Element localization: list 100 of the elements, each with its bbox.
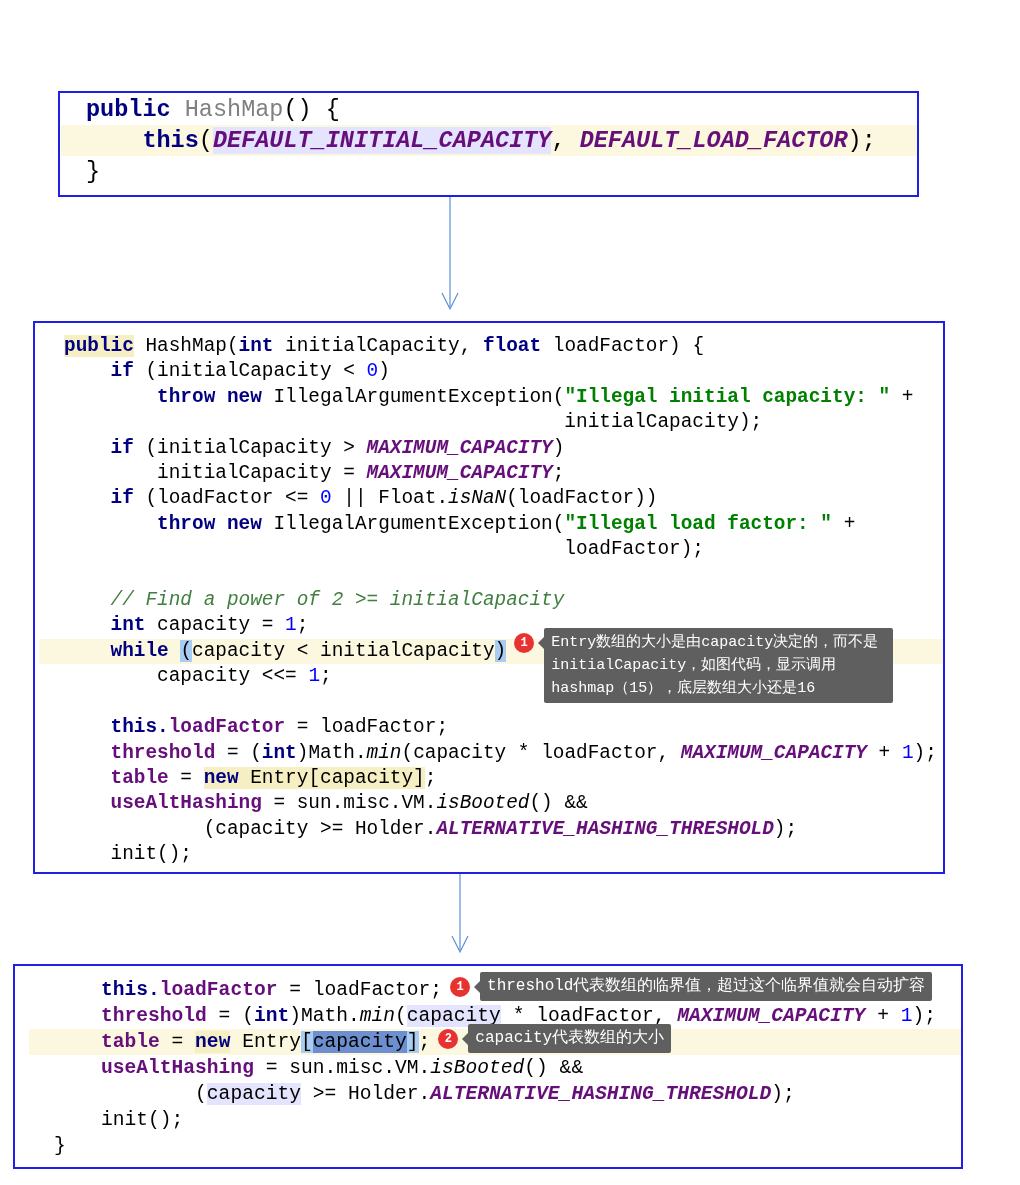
code-token: threshold <box>109 741 216 764</box>
code-token: isNaN <box>448 487 507 510</box>
code-token: HashMap <box>183 96 284 123</box>
code-token: () { <box>283 96 340 123</box>
code-token: initialCapacity = <box>156 462 356 485</box>
code-token: ); <box>771 1082 795 1105</box>
code-token: () && <box>524 1056 584 1079</box>
code-token: new <box>195 1030 231 1053</box>
code-token: ; <box>424 766 437 789</box>
code-token: 1 <box>901 741 914 764</box>
code-token: ); <box>773 817 798 840</box>
code-token: = loadFactor; <box>295 716 449 739</box>
code-token: } <box>54 1134 66 1157</box>
code-token: + <box>877 741 892 764</box>
code-token: if <box>109 436 134 459</box>
code-token: ; <box>418 1030 431 1053</box>
note-number-badge: 1 <box>514 632 535 653</box>
code-token: capacity = <box>156 614 275 637</box>
code-token: isBooted <box>430 1056 525 1079</box>
code-token: initialCapacity, <box>284 335 473 357</box>
code-token: public <box>86 96 171 123</box>
code-token: loadFactor <box>168 716 286 739</box>
code-token: capacity <box>206 1082 301 1105</box>
code-token: MAXIMUM_CAPACITY <box>366 436 553 459</box>
code-token: table <box>109 766 169 789</box>
code-token: (capacity * loadFactor, <box>401 741 671 764</box>
code-token: MAXIMUM_CAPACITY <box>677 1004 866 1027</box>
code-token: if <box>109 487 134 510</box>
code-token: )Math. <box>289 1004 360 1027</box>
code-token: + <box>876 1004 890 1027</box>
code-token: IllegalArgumentException( <box>272 385 565 408</box>
code-token: () && <box>529 792 588 815</box>
code-token: ( <box>180 639 192 662</box>
code-token: useAltHashing <box>100 1056 254 1079</box>
code-token: (loadFactor <= <box>144 487 310 510</box>
code-token: this <box>141 127 199 154</box>
code-token: 1 <box>285 614 297 637</box>
code-token: IllegalArgumentException( <box>272 512 565 535</box>
note-tooltip: capacity代表数组的大小 <box>468 1023 672 1053</box>
code-token: = <box>170 1030 185 1053</box>
code-token: min <box>366 741 402 764</box>
code-token: ); <box>912 1004 936 1027</box>
code-token: 1 <box>308 665 320 688</box>
code-token: while <box>109 639 170 662</box>
code-token: } <box>86 158 101 185</box>
code-token: init(); <box>100 1108 184 1131</box>
code-token: threshold <box>100 1004 207 1027</box>
code-token: ( <box>194 1082 207 1105</box>
code-token: capacity < initialCapacity <box>192 639 495 662</box>
code-token: 1 <box>900 1004 913 1027</box>
code-token: DEFAULT_INITIAL_CAPACITY <box>212 127 552 154</box>
code-token: capacity <<= <box>156 665 298 688</box>
code-token: MAXIMUM_CAPACITY <box>680 741 867 764</box>
code-token: int <box>253 1004 290 1027</box>
code-token: useAltHashing <box>109 792 262 815</box>
code-token: 0 <box>320 487 332 510</box>
code-token: = ( <box>217 1004 254 1027</box>
code-token: MAXIMUM_CAPACITY <box>366 462 553 485</box>
code-token: throw new <box>156 385 262 408</box>
code-token: + <box>842 512 856 535</box>
code-token: init(); <box>109 843 192 866</box>
code-token: initialCapacity); <box>563 411 763 434</box>
code-token: loadFactor); <box>563 538 704 561</box>
code-token: ALTERNATIVE_HASHING_THRESHOLD <box>436 817 774 840</box>
code-token: 0 <box>366 360 379 383</box>
code-token: int <box>238 335 274 357</box>
code-token: HashMap( <box>144 335 239 357</box>
code-token: DEFAULT_LOAD_FACTOR <box>579 127 848 154</box>
code-token: float <box>482 335 542 357</box>
code-token: = loadFactor; <box>288 978 443 1001</box>
code-token: this. <box>100 978 160 1001</box>
code-token: (initialCapacity > <box>144 436 356 459</box>
code-token: ; <box>296 614 309 637</box>
code-token: )Math. <box>296 741 367 764</box>
note-tooltip: Entry数组的大小是由capacity决定的，而不是initialCapacity，如图代码，显示调用hashmap（15），底层数组大小还是16 <box>544 627 894 703</box>
code-token: ; <box>320 665 332 688</box>
code-token: = <box>179 766 193 789</box>
code-token: int <box>261 741 297 764</box>
code-token: ALTERNATIVE_HASHING_THRESHOLD <box>430 1082 772 1105</box>
code-token: (initialCapacity < <box>144 360 356 383</box>
note-tooltip: threshold代表数组的临界值，超过这个临界值就会自动扩容 <box>480 971 933 1001</box>
code-token: ); <box>847 127 876 154</box>
note-number-badge: 2 <box>438 1028 459 1049</box>
note-number-badge: 1 <box>450 976 471 997</box>
code-token: loadFactor) { <box>551 335 705 357</box>
code-token: "Illegal load factor: " <box>564 512 832 535</box>
code-token: Entry[capacity] <box>238 766 425 789</box>
code-token: (loadFactor)) <box>506 487 658 510</box>
code-token: || Float. <box>342 487 449 510</box>
code-token: if <box>109 360 134 383</box>
code-token: = sun.misc.VM. <box>272 792 437 815</box>
code-token: isBooted <box>436 792 530 815</box>
code-token: int <box>109 614 146 637</box>
code-token: // Find a power of 2 >= initialCapacity <box>109 589 565 612</box>
code-token: throw new <box>156 512 262 535</box>
code-token: ( <box>198 127 213 154</box>
code-token: new <box>203 766 239 789</box>
code-token: ) <box>378 360 390 383</box>
code-token: + <box>900 385 914 408</box>
code-token: "Illegal initial capacity: " <box>564 385 891 408</box>
